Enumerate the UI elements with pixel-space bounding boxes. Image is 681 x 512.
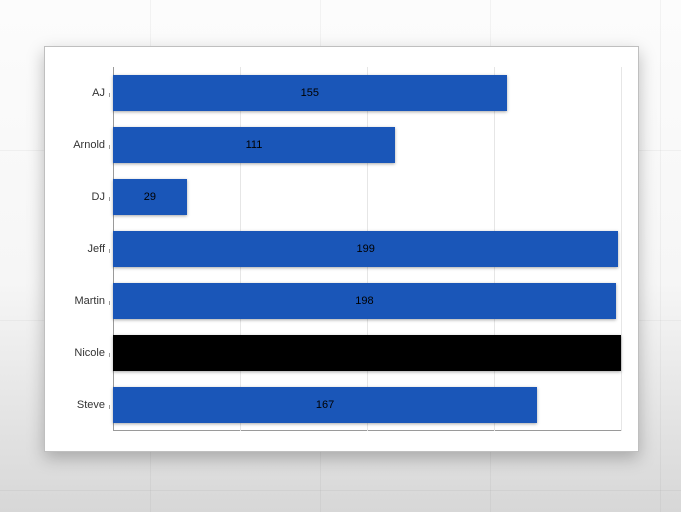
- bar-value-label: 29: [144, 191, 156, 203]
- bar-value-label: 198: [355, 295, 373, 307]
- category-label: Martin: [74, 295, 113, 307]
- y-axis-tick: [109, 145, 110, 149]
- y-axis-tick: [109, 249, 110, 253]
- bar-row: AJ155: [113, 67, 621, 119]
- grid-line: [621, 67, 622, 431]
- category-label: Arnold: [73, 139, 113, 151]
- bar-row: DJ29: [113, 171, 621, 223]
- bar-row: Steve167: [113, 379, 621, 431]
- bar-row: Arnold111: [113, 119, 621, 171]
- category-label: Nicole: [74, 347, 113, 359]
- bar-value-label: 167: [316, 399, 334, 411]
- plot-area: AJ155Arnold111DJ29Jeff199Martin198Nicole…: [113, 67, 621, 431]
- bar-row: Nicole: [113, 327, 621, 379]
- bar-value-label: 111: [246, 139, 263, 151]
- y-axis-tick: [109, 301, 110, 305]
- y-axis-tick: [109, 93, 110, 97]
- bar-value-label: 155: [301, 87, 319, 99]
- category-label: Steve: [77, 399, 113, 411]
- bar-highlight: [113, 335, 621, 371]
- y-axis-tick: [109, 405, 110, 409]
- chart-frame: AJ155Arnold111DJ29Jeff199Martin198Nicole…: [44, 46, 639, 452]
- bar-row: Jeff199: [113, 223, 621, 275]
- bar-value-label: 199: [357, 243, 375, 255]
- y-axis-tick: [109, 197, 110, 201]
- bar-row: Martin198: [113, 275, 621, 327]
- y-axis-tick: [109, 353, 110, 357]
